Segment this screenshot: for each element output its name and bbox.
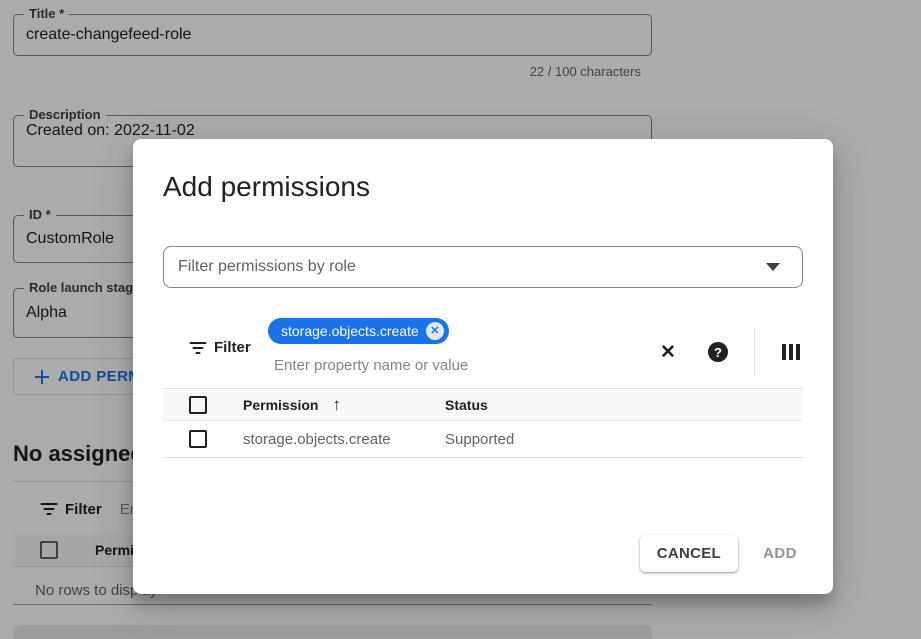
select-all-checkbox[interactable]: [189, 396, 207, 414]
filter-chip[interactable]: storage.objects.create ✕: [268, 318, 449, 344]
column-display-icon[interactable]: [782, 344, 800, 360]
filter-chip-label: storage.objects.create: [281, 323, 419, 339]
filter-icon: [189, 342, 206, 354]
permissions-filter-toolbar: Filter storage.objects.create ✕ Enter pr…: [163, 315, 803, 389]
toolbar-icons: ✕ ?: [657, 315, 803, 389]
filter-button[interactable]: Filter: [189, 339, 251, 356]
role-filter-select[interactable]: Filter permissions by role: [163, 246, 803, 288]
permission-column-header[interactable]: Permission: [243, 397, 318, 413]
role-filter-select-placeholder: Filter permissions by role: [178, 258, 766, 276]
status-cell: Supported: [445, 431, 514, 448]
permissions-table-header: Permission ↑ Status: [163, 389, 803, 421]
filter-input[interactable]: Enter property name or value: [274, 357, 468, 374]
permissions-table: Permission ↑ Status storage.objects.crea…: [163, 389, 803, 458]
filter-chip-area: storage.objects.create ✕: [268, 318, 449, 344]
table-row[interactable]: storage.objects.create Supported: [163, 421, 803, 458]
chip-remove-icon[interactable]: ✕: [426, 322, 444, 340]
screen: Title * create-changefeed-role 22 / 100 …: [0, 0, 921, 639]
add-button[interactable]: ADD: [757, 535, 803, 572]
help-icon[interactable]: ?: [708, 342, 728, 362]
dialog-actions: CANCEL ADD: [640, 535, 803, 572]
add-permissions-dialog: Add permissions Filter permissions by ro…: [133, 139, 833, 594]
cancel-button[interactable]: CANCEL: [640, 535, 738, 572]
dialog-title: Add permissions: [163, 171, 370, 203]
filter-label: Filter: [214, 339, 251, 356]
divider: [754, 328, 755, 376]
sort-ascending-icon[interactable]: ↑: [332, 396, 341, 413]
status-column-header[interactable]: Status: [445, 397, 488, 413]
chevron-down-icon: [766, 263, 780, 271]
permission-cell: storage.objects.create: [243, 431, 391, 448]
row-checkbox[interactable]: [189, 430, 207, 448]
clear-filters-icon[interactable]: ✕: [657, 341, 679, 364]
